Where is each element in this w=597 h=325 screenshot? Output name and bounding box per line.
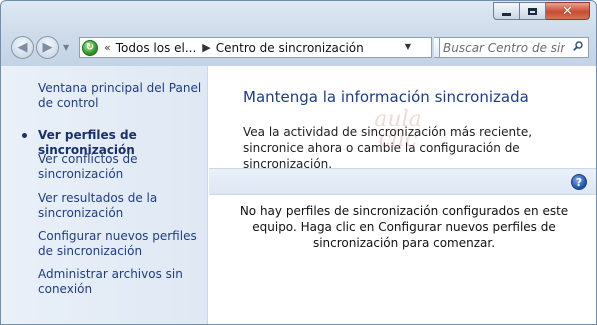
address-dropdown[interactable]: ▼ bbox=[405, 42, 411, 51]
close-button[interactable]: ✕ bbox=[546, 2, 590, 20]
breadcrumb-all-items[interactable]: Todos los el... bbox=[116, 41, 197, 55]
back-arrow-icon: ◀ bbox=[17, 40, 28, 55]
breadcrumb-sync-center[interactable]: Centro de sincronización bbox=[216, 41, 364, 55]
window: ✕ ◀ ▶ ▼ ↻ « Todos los el... ▶ Centro de … bbox=[0, 0, 597, 325]
window-controls: ✕ bbox=[493, 2, 590, 20]
page-description: Vea la actividad de sincronización más r… bbox=[243, 125, 533, 171]
content-area: Ventana principal del Panel de control V… bbox=[1, 66, 596, 324]
breadcrumb-overflow[interactable]: « bbox=[104, 41, 111, 54]
maximize-button[interactable] bbox=[520, 2, 546, 20]
search-input[interactable] bbox=[443, 40, 565, 55]
address-bar[interactable]: ↻ « Todos los el... ▶ Centro de sincroni… bbox=[79, 37, 432, 58]
navigation-bar: ◀ ▶ ▼ ↻ « Todos los el... ▶ Centro de si… bbox=[1, 31, 596, 65]
task-pane: Ventana principal del Panel de control V… bbox=[1, 66, 208, 324]
close-icon: ✕ bbox=[562, 3, 573, 19]
help-icon[interactable]: ? bbox=[571, 174, 587, 190]
minimize-icon bbox=[502, 13, 511, 16]
forward-arrow-icon: ▶ bbox=[42, 40, 53, 55]
forward-button[interactable]: ▶ bbox=[36, 36, 59, 59]
sync-center-icon: ↻ bbox=[82, 39, 98, 56]
recent-pages-dropdown[interactable]: ▼ bbox=[63, 43, 69, 52]
sidebar-item-view-results[interactable]: Ver resultados de la sincronización bbox=[38, 191, 206, 221]
sidebar-item-manage-offline-files[interactable]: Administrar archivos sin conexión bbox=[38, 267, 206, 297]
minimize-button[interactable] bbox=[493, 2, 520, 20]
empty-state-message: No hay perfiles de sincronización config… bbox=[239, 204, 569, 250]
toolbar-band: ? bbox=[209, 168, 596, 195]
search-box[interactable] bbox=[439, 37, 589, 58]
current-page-bullet bbox=[22, 133, 27, 138]
sidebar-item-setup-new-profiles[interactable]: Configurar nuevos perfiles de sincroniza… bbox=[38, 229, 206, 259]
search-icon[interactable] bbox=[573, 41, 583, 51]
sidebar-item-view-conflicts[interactable]: Ver conflictos de sincronización bbox=[38, 152, 206, 182]
back-button[interactable]: ◀ bbox=[11, 36, 34, 59]
maximize-icon bbox=[528, 7, 537, 15]
breadcrumb-separator[interactable]: ▶ bbox=[202, 41, 210, 54]
main-pane: Mantenga la información sincronizada Vea… bbox=[209, 66, 596, 324]
sidebar-item-control-panel-home[interactable]: Ventana principal del Panel de control bbox=[38, 81, 206, 111]
page-title: Mantenga la información sincronizada bbox=[243, 88, 529, 106]
